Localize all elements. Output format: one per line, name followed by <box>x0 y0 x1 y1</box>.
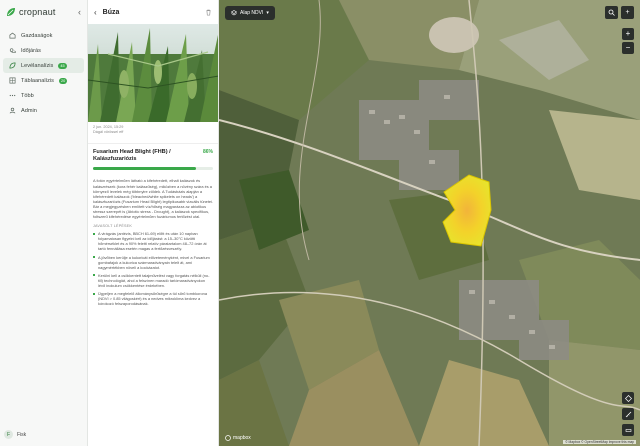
satellite-map[interactable] <box>219 0 640 446</box>
sidebar-item-label: Időjárás <box>21 47 41 54</box>
cropnaut-logo <box>7 8 15 16</box>
count-badge: 20 <box>58 77 68 84</box>
back-arrow-icon[interactable]: ‹ <box>94 8 97 17</box>
zoom-out-button[interactable]: − <box>622 42 634 54</box>
list-item-text: Kerülni kell a csökkentett talajművelést… <box>98 272 210 288</box>
avatar: F <box>4 430 13 439</box>
farm-icon <box>9 32 16 39</box>
list-item: A jövőben kerülje a kukoricát elővetemén… <box>93 255 213 270</box>
photo-meta: 2 jun. 2024, 15:29 Dágál vörössel eff <box>88 122 218 138</box>
detail-panel: ‹ Búza 2 jun. 2024, 15:29 Dágál vörössel… <box>88 0 219 446</box>
map-attribution[interactable]: © Mapbox © OpenStreetMap Improve this ma… <box>563 440 636 444</box>
search-icon[interactable] <box>605 6 618 19</box>
recommendations-label: JAVASOLT LÉPÉSEK <box>93 224 132 229</box>
sidebar-item-levelanalizis[interactable]: Levélanalízis 45 <box>3 58 84 73</box>
app-root: cropnaut ‹ Gazdaságok Időjárás Levélanal… <box>0 0 640 446</box>
list-item: A virágzás (antézis, BBCH 61-69) előtt é… <box>93 231 213 251</box>
chevron-left-icon[interactable]: ‹ <box>78 7 81 17</box>
divider <box>88 143 218 145</box>
field-analysis-icon <box>9 77 16 84</box>
diamond-icon[interactable] <box>622 392 634 404</box>
layer-label: Alap NDVI <box>240 10 264 16</box>
brand: cropnaut ‹ <box>0 0 87 24</box>
sidebar-item-label: Táblaanalízis <box>21 77 54 84</box>
sidebar: cropnaut ‹ Gazdaságok Időjárás Levélanal… <box>0 0 88 446</box>
leaf-analysis-icon <box>9 62 16 69</box>
zoom-in-button[interactable]: + <box>622 28 634 40</box>
more-icon <box>9 94 16 97</box>
layers-icon <box>231 10 237 16</box>
page-title: Búza <box>102 8 120 16</box>
bullet-icon <box>93 292 95 295</box>
confidence-bar-fill <box>93 167 197 171</box>
photo-note: Dágál vörössel eff <box>93 130 124 135</box>
layer-selector[interactable]: Alap NDVI ▾ <box>225 6 275 20</box>
count-badge: 45 <box>58 62 67 69</box>
plus-icon[interactable]: + <box>621 6 634 19</box>
bullet-icon <box>93 256 95 259</box>
list-item-text: A jövőben kerülje a kukoricát elővetemén… <box>98 254 210 270</box>
sidebar-item-label: Levélanalízis <box>21 62 54 69</box>
analysis-header: Fusarium Head Blight (FHB) / Kalászfuzar… <box>88 149 218 163</box>
sidebar-item-tobb[interactable]: Több <box>3 88 84 103</box>
diagnosis-description: A fotón egyértelműen látható a kifehéred… <box>93 178 214 220</box>
sidebar-item-tablaanalizis[interactable]: Táblaanalízis 20 <box>3 73 84 88</box>
panel-header: ‹ Búza <box>88 0 218 24</box>
sidebar-item-label: Több <box>21 92 34 99</box>
user-profile[interactable]: F Fisk <box>4 430 26 439</box>
measure-icon[interactable] <box>622 424 634 436</box>
sidebar-item-label: Admin <box>21 107 37 114</box>
confidence-percent: 86% <box>202 149 213 156</box>
user-name: Fisk <box>17 431 27 438</box>
ruler-icon[interactable] <box>622 408 634 420</box>
bullet-icon <box>93 274 95 277</box>
list-item: Kerülni kell a csökkentett talajművelést… <box>93 273 213 288</box>
chevron-down-icon: ▾ <box>266 10 269 16</box>
sidebar-item-label: Gazdaságok <box>21 32 53 39</box>
main-nav: Gazdaságok Időjárás Levélanalízis 45 Táb… <box>0 28 87 118</box>
mapbox-logo: mapbox <box>225 435 251 441</box>
sidebar-item-gazdasagok[interactable]: Gazdaságok <box>3 28 84 43</box>
list-item-text: A virágzás (antézis, BBCH 61-69) előtt é… <box>98 231 207 252</box>
sidebar-item-admin[interactable]: Admin <box>3 103 84 118</box>
bullet-icon <box>93 232 95 235</box>
crop-photo <box>88 24 218 122</box>
diagnosis-title: Fusarium Head Blight (FHB) / Kalászfuzar… <box>93 149 171 163</box>
list-item: Ügyeljen a megfelelő állománysűrűségre a… <box>93 291 213 306</box>
list-item-text: Ügyeljen a megfelelő állománysűrűségre a… <box>98 291 207 307</box>
sidebar-item-idojaras[interactable]: Időjárás <box>3 43 84 58</box>
recommendations-list: A virágzás (antézis, BBCH 61-69) előtt é… <box>88 231 218 306</box>
brand-name: cropnaut <box>19 7 56 17</box>
confidence-bar <box>93 167 213 171</box>
mapbox-logo-text: mapbox <box>233 435 251 441</box>
map-view[interactable]: Alap NDVI ▾ + + − mapbox © Mapbox © Open… <box>219 0 640 446</box>
weather-icon <box>9 48 16 54</box>
trash-icon[interactable] <box>205 9 212 16</box>
admin-icon <box>9 107 16 114</box>
